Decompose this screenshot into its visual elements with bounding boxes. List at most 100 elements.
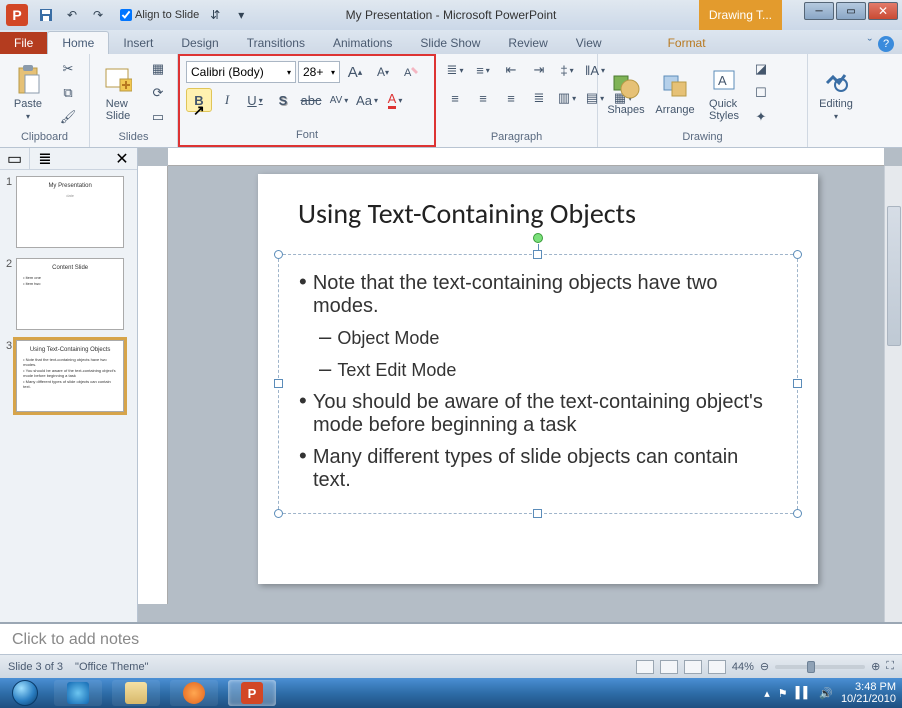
section-icon[interactable]: ▭ [146, 106, 170, 128]
layout-icon[interactable]: ▦ [146, 58, 170, 80]
tab-design[interactable]: Design [167, 32, 232, 54]
tab-animations[interactable]: Animations [319, 32, 406, 54]
maximize-button[interactable]: ▭ [836, 2, 866, 20]
thumbnail-3[interactable]: 3 Using Text-Containing Objects • Note t… [6, 340, 131, 412]
resize-handle[interactable] [533, 509, 542, 518]
tab-slide-show[interactable]: Slide Show [406, 32, 494, 54]
resize-handle[interactable] [533, 250, 542, 259]
format-painter-icon[interactable]: 🖌 [56, 106, 80, 128]
increase-indent-icon[interactable]: ⇥ [526, 58, 552, 82]
notes-pane[interactable]: Click to add notes [0, 622, 902, 654]
slides-tab-icon[interactable]: ▭ [0, 148, 30, 169]
justify-icon[interactable]: ≣ [526, 86, 552, 110]
normal-view-icon[interactable] [636, 660, 654, 674]
taskbar-media[interactable] [170, 680, 218, 706]
clear-formatting-icon[interactable]: A [398, 60, 424, 84]
taskbar-ie[interactable] [54, 680, 102, 706]
char-spacing-button[interactable]: AV▾ [326, 88, 352, 112]
tab-view[interactable]: View [562, 32, 616, 54]
thumbnail-2[interactable]: 2 Content Slide • item one • item two [6, 258, 131, 330]
resize-handle[interactable] [793, 509, 802, 518]
tab-insert[interactable]: Insert [109, 32, 167, 54]
bold-button[interactable]: B [186, 88, 212, 112]
tray-up-icon[interactable]: ▴ [764, 687, 770, 700]
copy-icon[interactable]: ⧉ [56, 82, 80, 104]
quick-styles-button[interactable]: A Quick Styles [700, 64, 748, 122]
cut-icon[interactable]: ✂ [56, 58, 80, 80]
horizontal-ruler[interactable] [168, 148, 884, 166]
resize-handle[interactable] [274, 379, 283, 388]
scrollbar-thumb[interactable] [887, 206, 901, 346]
align-left-icon[interactable]: ≡ [442, 86, 468, 110]
underline-button[interactable]: U▾ [242, 88, 268, 112]
increase-font-icon[interactable]: A▴ [342, 60, 368, 84]
bullet-item[interactable]: You should be aware of the text-containi… [299, 388, 777, 437]
shadow-button[interactable]: S [270, 88, 296, 112]
shapes-button[interactable]: Shapes [602, 70, 650, 116]
network-icon[interactable]: ▌▌ [796, 687, 812, 699]
start-button[interactable] [6, 679, 44, 707]
thumbnail-slide[interactable]: Using Text-Containing Objects • Note tha… [16, 340, 124, 412]
close-button[interactable]: ✕ [868, 2, 898, 20]
zoom-slider[interactable] [775, 665, 865, 669]
slideshow-view-icon[interactable] [708, 660, 726, 674]
file-tab[interactable]: File [0, 32, 47, 54]
undo-icon[interactable]: ↶ [62, 5, 82, 25]
zoom-in-icon[interactable]: ⊕ [871, 660, 880, 673]
line-spacing-icon[interactable]: ‡▾ [554, 58, 580, 82]
bullet-item[interactable]: Text Edit Mode [299, 356, 777, 382]
content-placeholder[interactable]: Note that the text-containing objects ha… [278, 254, 798, 514]
shape-outline-icon[interactable]: ☐ [749, 82, 773, 104]
resize-handle[interactable] [793, 250, 802, 259]
align-center-icon[interactable]: ≡ [470, 86, 496, 110]
outline-tab-icon[interactable]: ≣ [30, 148, 60, 169]
italic-button[interactable]: I [214, 88, 240, 112]
taskbar-powerpoint[interactable]: P [228, 680, 276, 706]
resize-handle[interactable] [274, 250, 283, 259]
tab-home[interactable]: Home [47, 31, 109, 54]
columns-icon[interactable]: ▥▾ [554, 86, 580, 110]
redo-icon[interactable]: ↷ [88, 5, 108, 25]
vertical-scrollbar[interactable] [884, 166, 902, 622]
qat-customize-icon[interactable]: ▾ [231, 5, 251, 25]
thumbnail-1[interactable]: 1 My Presentation date [6, 176, 131, 248]
flag-icon[interactable]: ⚑ [778, 687, 788, 700]
paste-button[interactable]: Paste ▾ [4, 64, 52, 121]
font-name-combo[interactable]: Calibri (Body)▾ [186, 61, 296, 83]
ribbon-minimize-icon[interactable]: ˇ [868, 36, 872, 52]
tab-review[interactable]: Review [494, 32, 561, 54]
taskbar-clock[interactable]: 3:48 PM 10/21/2010 [841, 681, 896, 705]
new-slide-button[interactable]: New Slide [94, 64, 142, 122]
align-to-slide-checkbox[interactable]: Align to Slide [120, 9, 199, 21]
bullet-list[interactable]: Note that the text-containing objects ha… [279, 255, 797, 512]
change-case-button[interactable]: Aa▾ [354, 88, 380, 112]
volume-icon[interactable]: 🔊 [819, 687, 833, 700]
zoom-slider-thumb[interactable] [807, 661, 815, 673]
resize-handle[interactable] [274, 509, 283, 518]
decrease-font-icon[interactable]: A▾ [370, 60, 396, 84]
align-right-icon[interactable]: ≡ [498, 86, 524, 110]
bullets-icon[interactable]: ≣▾ [442, 58, 468, 82]
bullet-item[interactable]: Many different types of slide objects ca… [299, 443, 777, 492]
fit-window-icon[interactable]: ⛶ [886, 660, 894, 673]
tab-transitions[interactable]: Transitions [233, 32, 319, 54]
strikethrough-button[interactable]: abc [298, 88, 324, 112]
minimize-button[interactable]: ─ [804, 2, 834, 20]
reset-icon[interactable]: ⟳ [146, 82, 170, 104]
rotate-handle-icon[interactable] [533, 233, 543, 243]
shape-fill-icon[interactable]: ◪ [749, 58, 773, 80]
bullet-item[interactable]: Object Mode [299, 324, 777, 350]
slide-canvas[interactable]: Using Text-Containing Objects Note that … [258, 174, 818, 584]
taskbar-explorer[interactable] [112, 680, 160, 706]
tab-format[interactable]: Format [654, 32, 720, 54]
thumbnail-slide[interactable]: Content Slide • item one • item two [16, 258, 124, 330]
thumbnail-slide[interactable]: My Presentation date [16, 176, 124, 248]
align-to-slide-check[interactable] [120, 9, 132, 21]
shape-effects-icon[interactable]: ✦ [749, 106, 773, 128]
resize-handle[interactable] [793, 379, 802, 388]
decrease-indent-icon[interactable]: ⇤ [498, 58, 524, 82]
reading-view-icon[interactable] [684, 660, 702, 674]
save-icon[interactable] [36, 5, 56, 25]
font-size-combo[interactable]: 28+▾ [298, 61, 340, 83]
sorter-view-icon[interactable] [660, 660, 678, 674]
